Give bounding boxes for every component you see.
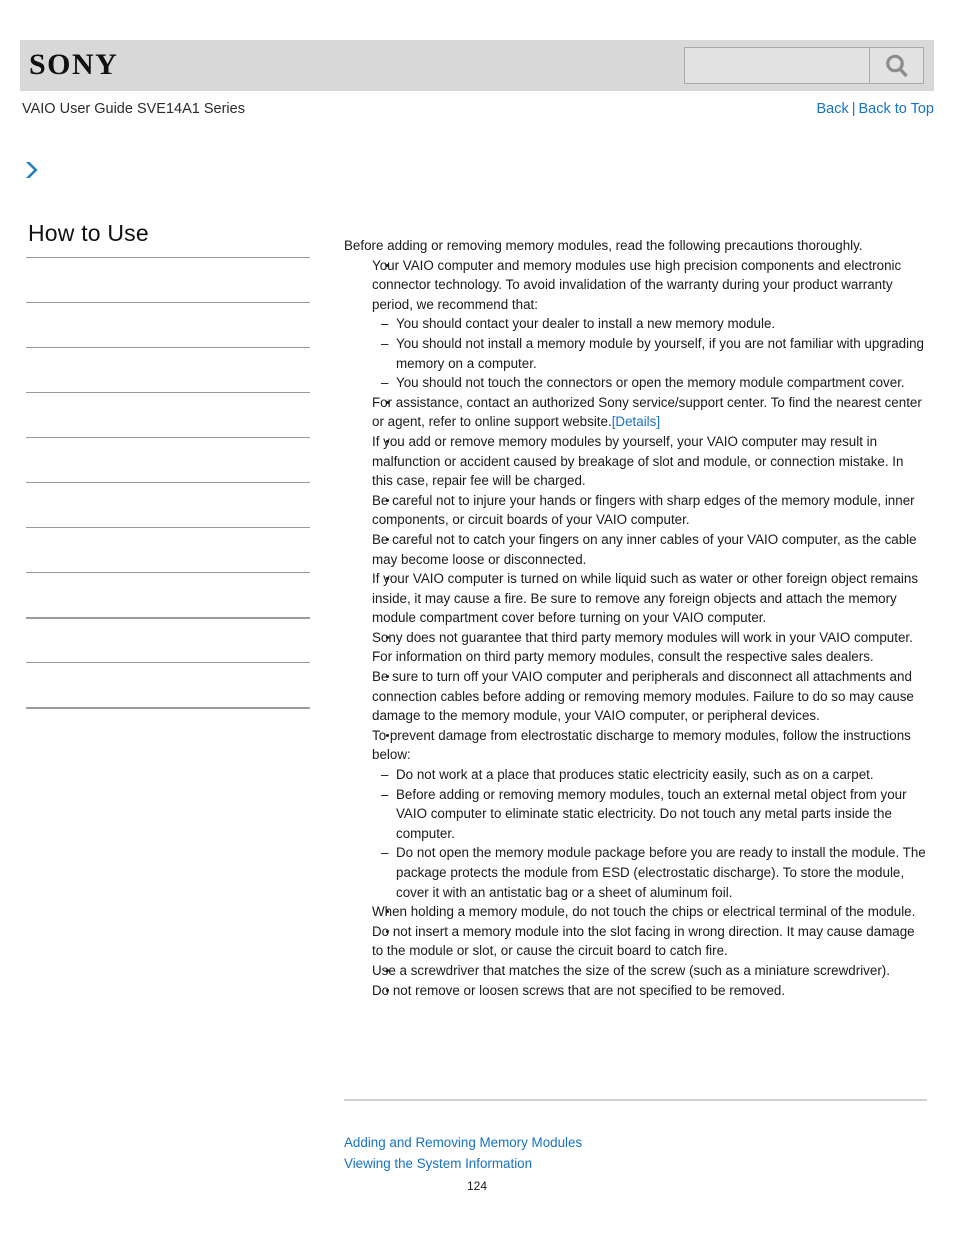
list-item: Be careful not to catch your fingers on …	[344, 530, 928, 569]
details-link[interactable]: [Details]	[612, 414, 660, 429]
list-item: Do not remove or loosen screws that are …	[344, 981, 928, 1001]
page-title: VAIO User Guide SVE14A1 Series	[22, 101, 245, 117]
sidebar-item-9[interactable]	[26, 662, 310, 707]
related-link-viewing-system-information[interactable]: Viewing the System Information	[344, 1153, 927, 1174]
search-button[interactable]	[870, 47, 924, 84]
list-item: Be sure to turn off your VAIO computer a…	[344, 667, 928, 726]
sidebar-item-3[interactable]	[26, 392, 310, 437]
bullet-text: To prevent damage from electrostatic dis…	[372, 726, 928, 765]
bullet-text: If you add or remove memory modules by y…	[372, 432, 928, 491]
sidebar: How to Use	[26, 218, 310, 752]
sub-list: You should contact your dealer to instal…	[372, 314, 928, 392]
sub-list-item: Before adding or removing memory modules…	[381, 785, 928, 844]
list-item: When holding a memory module, do not tou…	[344, 902, 928, 922]
sidebar-nav-list	[26, 257, 310, 752]
sub-list-item: You should not install a memory module b…	[381, 334, 928, 373]
breadcrumb	[22, 158, 932, 190]
bullet-text: When holding a memory module, do not tou…	[372, 902, 928, 922]
search-icon	[884, 53, 910, 79]
list-item: Do not insert a memory module into the s…	[344, 922, 928, 961]
list-item: To prevent damage from electrostatic dis…	[344, 726, 928, 902]
intro-paragraph: Before adding or removing memory modules…	[344, 238, 863, 253]
list-item: Be careful not to injure your hands or f…	[344, 491, 928, 530]
sub-list-item: Do not open the memory module package be…	[381, 843, 928, 902]
related-links: Adding and Removing Memory Modules Viewi…	[344, 1132, 927, 1174]
back-to-top-link[interactable]: Back to Top	[858, 101, 934, 117]
bullet-text: Sony does not guarantee that third party…	[372, 628, 928, 667]
search-input[interactable]	[684, 47, 870, 84]
chevron-right-icon[interactable]	[24, 160, 42, 180]
header-nav: Back | Back to Top	[816, 101, 934, 117]
sidebar-item-1[interactable]	[26, 302, 310, 347]
sidebar-item-5[interactable]	[26, 482, 310, 527]
bullet-text: Be careful not to injure your hands or f…	[372, 491, 928, 530]
list-item: Your VAIO computer and memory modules us…	[344, 256, 928, 393]
sidebar-item-7[interactable]	[26, 572, 310, 617]
bullet-text: Your VAIO computer and memory modules us…	[372, 256, 928, 315]
sub-list: Do not work at a place that produces sta…	[372, 765, 928, 902]
sidebar-item-0[interactable]	[26, 257, 310, 302]
sub-header: VAIO User Guide SVE14A1 Series Back | Back…	[22, 101, 934, 121]
sidebar-item-10[interactable]	[26, 707, 310, 752]
bullet-text: Do not remove or loosen screws that are …	[372, 981, 928, 1001]
list-item: If your VAIO computer is turned on while…	[344, 569, 928, 628]
main-content: Before adding or removing memory modules…	[344, 236, 928, 1000]
site-header: SONY	[20, 40, 934, 91]
sub-list-item: You should contact your dealer to instal…	[381, 314, 928, 334]
sony-logo: SONY	[29, 48, 119, 81]
bullet-text: Use a screwdriver that matches the size …	[372, 961, 928, 981]
list-item: For assistance, contact an authorized So…	[344, 393, 928, 432]
sidebar-item-4[interactable]	[26, 437, 310, 482]
bullet-text: Be careful not to catch your fingers on …	[372, 530, 928, 569]
search-area	[684, 47, 924, 84]
bullet-text: Do not insert a memory module into the s…	[372, 922, 928, 961]
sidebar-item-6[interactable]	[26, 527, 310, 572]
footer-divider	[344, 1099, 927, 1101]
bullet-text: Be sure to turn off your VAIO computer a…	[372, 667, 928, 726]
sidebar-item-2[interactable]	[26, 347, 310, 392]
related-link-adding-removing-memory-modules[interactable]: Adding and Removing Memory Modules	[344, 1132, 927, 1153]
bullet-text: If your VAIO computer is turned on while…	[372, 569, 928, 628]
precautions-list: Your VAIO computer and memory modules us…	[344, 256, 928, 1001]
list-item: Use a screwdriver that matches the size …	[344, 961, 928, 981]
back-link[interactable]: Back	[816, 101, 848, 117]
sub-list-item: You should not touch the connectors or o…	[381, 373, 928, 393]
list-item: If you add or remove memory modules by y…	[344, 432, 928, 491]
sidebar-title: How to Use	[28, 220, 149, 246]
page-number: 124	[466, 1179, 488, 1193]
sub-list-item: Do not work at a place that produces sta…	[381, 765, 928, 785]
bullet-text-wrap: For assistance, contact an authorized So…	[372, 393, 928, 432]
sidebar-item-8[interactable]	[26, 617, 310, 662]
list-item: Sony does not guarantee that third party…	[344, 628, 928, 667]
